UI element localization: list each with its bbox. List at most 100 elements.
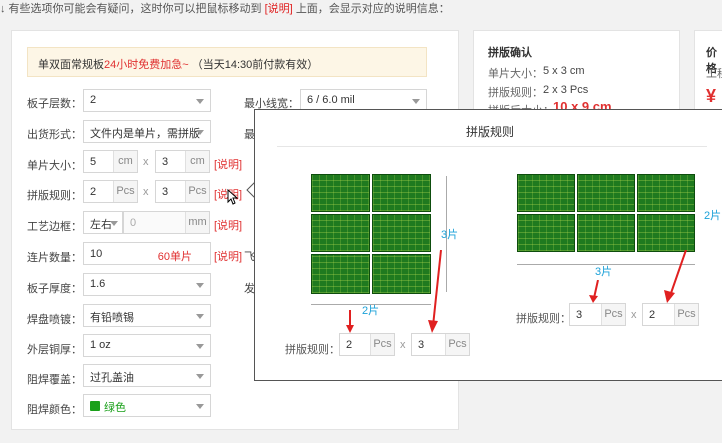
left-dim-w: 2片 (362, 305, 380, 317)
edge-label: 工艺边框： (27, 221, 82, 233)
left-rule-a-input: 2 Pcs (339, 333, 395, 356)
pcb-board (577, 174, 635, 212)
confirm-size-value: 5 x 3 cm (543, 65, 585, 77)
left-rule-a-value: 2 (346, 339, 353, 351)
chevron-down-icon (196, 283, 204, 288)
times-sign: x (143, 156, 149, 168)
chevron-down-icon (196, 374, 204, 379)
chevron-down-icon (196, 404, 204, 409)
pcb-board (372, 254, 431, 294)
right-dim-h: 2片 (704, 210, 722, 222)
right-rule-label: 拼版规则： (516, 313, 571, 325)
green-swatch-icon (90, 401, 100, 411)
notice-banner: 单双面常规板24小时免费加急~ （当天14:30前付款有效） (27, 47, 427, 77)
left-rule-b-input: 3 Pcs (411, 333, 470, 356)
right-dim-w: 3片 (595, 266, 613, 278)
quantity-help-link[interactable]: [说明] (214, 248, 242, 264)
copper-select[interactable]: 1 oz (83, 334, 211, 357)
right-rule-a-unit: Pcs (601, 304, 625, 325)
pcb-board (637, 214, 695, 252)
chevron-down-icon (196, 99, 204, 104)
panel-rule-a-input[interactable]: 2 Pcs (83, 180, 138, 203)
layers-value: 2 (90, 94, 97, 106)
edge-width-input[interactable]: 0 mm (123, 211, 210, 234)
panel-rule-b-unit: Pcs (185, 181, 209, 202)
quantity-label: 连片数量： (27, 252, 82, 264)
thickness-value: 1.6 (90, 278, 106, 290)
single-size-help-link[interactable]: [说明] (214, 156, 242, 172)
right-rule-b-unit: Pcs (674, 304, 698, 325)
price-symbol: ¥ (706, 86, 717, 106)
confirm-title: 拼版确认 (488, 47, 532, 59)
top-hint-link[interactable]: [说明] (265, 3, 293, 15)
top-hint: ↓ 有些选项你可能会有疑问，这时你可以把鼠标移动到 [说明] 上面，会显示对应的… (0, 0, 722, 16)
panel-rule-tooltip: 拼版规则 3片 2片 拼版规则： 2 Pcs x 3 Pcs 3片 2片 拼版规则：… (254, 109, 722, 381)
chevron-down-icon (196, 314, 204, 319)
confirm-rule-label: 拼版规则： (488, 87, 543, 99)
single-height-input[interactable]: 3 cm (155, 150, 210, 173)
single-width-input[interactable]: 5 cm (83, 150, 138, 173)
mask-color-label: 阻焊颜色： (27, 404, 82, 416)
red-arrow-icon (664, 250, 687, 303)
panel-rule-a-unit: Pcs (113, 181, 137, 202)
panel-rule-label: 拼版规则： (27, 190, 82, 202)
notice-text-2: （当天14:30前付款有效） (191, 59, 319, 71)
red-arrow-icon (428, 250, 442, 333)
left-rule-b-value: 3 (418, 339, 425, 351)
right-rule-a-input: 3 Pcs (569, 303, 626, 326)
quantity-value: 10 (90, 248, 103, 260)
notice-urgent: 24小时免费加急~ (104, 59, 189, 71)
pcb-board (311, 254, 370, 294)
copper-label: 外层铜厚： (27, 344, 82, 356)
edge-help-link[interactable]: [说明] (214, 217, 242, 233)
mask-color-value: 绿色 (104, 402, 126, 414)
single-height-value: 3 (162, 156, 169, 168)
left-dim-h: 3片 (441, 229, 459, 241)
confirm-rule-value: 2 x 3 Pcs (543, 84, 589, 96)
chevron-down-icon (110, 221, 118, 226)
panel-rule-b-input[interactable]: 3 Pcs (155, 180, 210, 203)
mask-cover-value: 过孔盖油 (90, 372, 134, 384)
right-rule-a-value: 3 (576, 309, 583, 321)
single-size-label: 单片大小： (27, 160, 82, 172)
left-rule-label: 拼版规则： (285, 344, 340, 356)
copper-value: 1 oz (90, 339, 111, 351)
single-width-value: 5 (90, 156, 97, 168)
mask-cover-select[interactable]: 过孔盖油 (83, 364, 211, 387)
delivery-value: 文件内是单片，需拼版 (90, 128, 200, 140)
right-rule-b-value: 2 (649, 309, 656, 321)
pcb-board (637, 174, 695, 212)
quantity-input[interactable]: 10 60单片 (83, 242, 211, 265)
chevron-down-icon (412, 99, 420, 104)
right-rule-b-input: 2 Pcs (642, 303, 699, 326)
popup-divider (277, 146, 707, 147)
mask-cover-label: 阻焊覆盖： (27, 374, 82, 386)
thickness-select[interactable]: 1.6 (83, 273, 211, 296)
delivery-select[interactable]: 文件内是单片，需拼版 (83, 120, 211, 143)
single-width-unit: cm (113, 151, 137, 172)
finish-value: 有铅喷锡 (90, 312, 134, 324)
finish-select[interactable]: 有铅喷锡 (83, 304, 211, 327)
panel-rule-a-value: 2 (90, 186, 97, 198)
notice-text-1: 单双面常规板 (38, 59, 104, 71)
single-height-unit: cm (185, 151, 209, 172)
pcb-board (311, 214, 370, 252)
pcb-board (517, 174, 575, 212)
edge-width-value: 0 (130, 217, 137, 229)
mask-color-select[interactable]: 绿色 (83, 394, 211, 417)
layers-select[interactable]: 2 (83, 89, 211, 112)
pcb-board (577, 214, 635, 252)
edge-select[interactable]: 左右 (83, 211, 123, 234)
edge-value: 左右 (90, 219, 112, 231)
delivery-label: 出货形式： (27, 129, 82, 141)
panel-rule-b-value: 3 (162, 186, 169, 198)
left-rule-a-unit: Pcs (370, 334, 394, 355)
confirm-size-label: 单片大小： (488, 68, 543, 80)
pcb-panel-right (517, 174, 695, 252)
times-sign: x (143, 186, 149, 198)
popup-title: 拼版规则 (465, 125, 514, 139)
layers-label: 板子层数： (27, 98, 82, 110)
thickness-label: 板子厚度： (27, 283, 82, 295)
mouse-cursor-icon (227, 189, 239, 205)
price-row: 工程 (706, 68, 722, 80)
